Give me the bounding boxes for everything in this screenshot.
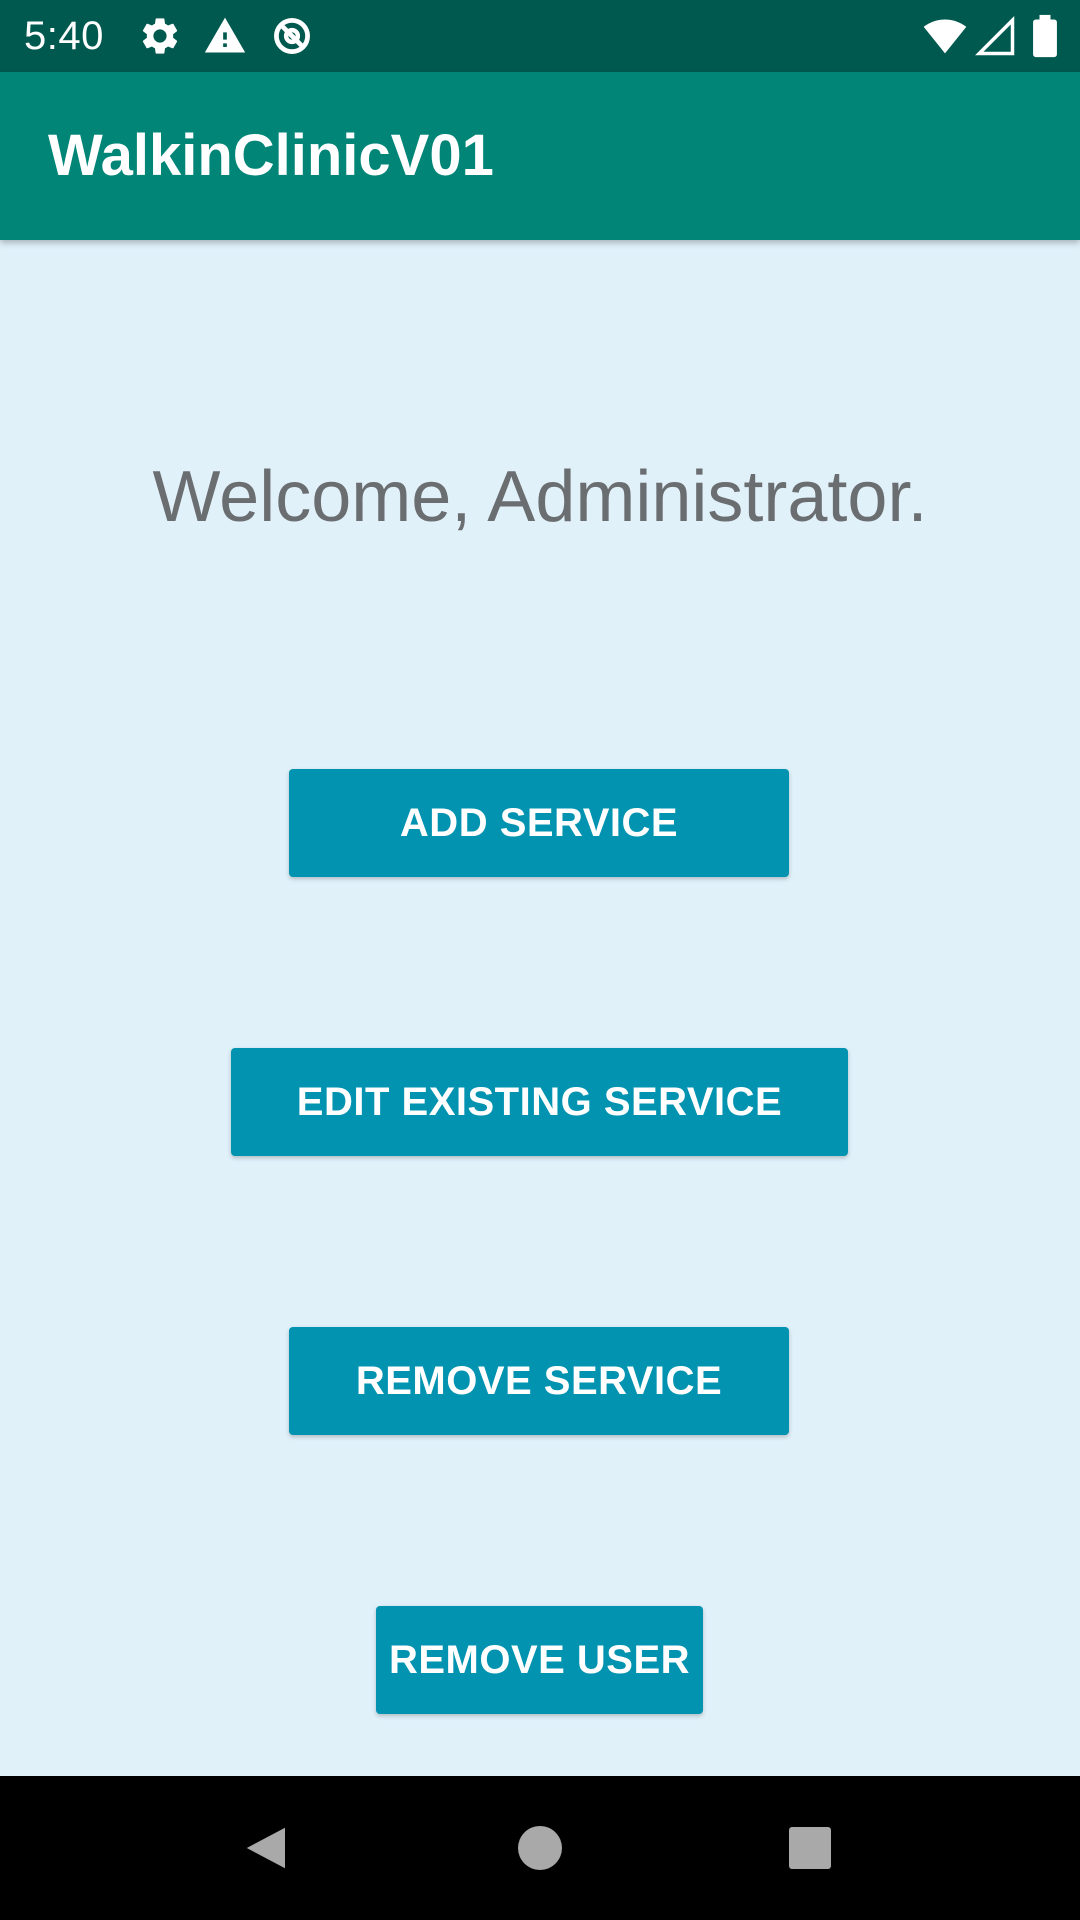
status-bar: 5:40	[0, 0, 1080, 72]
battery-icon	[1033, 14, 1057, 58]
navigation-bar	[0, 1776, 1080, 1920]
app-bar: WalkinClinicV01	[0, 72, 1080, 240]
recents-icon[interactable]	[786, 1821, 834, 1875]
data-saver-icon	[274, 18, 310, 54]
remove-user-button[interactable]: REMOVE USER	[376, 1606, 703, 1714]
home-icon[interactable]	[516, 1821, 564, 1875]
settings-gear-icon	[142, 18, 178, 54]
wifi-icon	[923, 19, 967, 54]
add-service-button[interactable]: ADD SERVICE	[289, 769, 789, 877]
status-time: 5:40	[24, 14, 104, 58]
welcome-text: Welcome, Administrator.	[152, 457, 928, 537]
remove-service-button[interactable]: REMOVE SERVICE	[289, 1327, 789, 1435]
app-title: WalkinClinicV01	[48, 123, 494, 188]
back-icon[interactable]	[240, 1821, 294, 1875]
warning-icon	[204, 17, 246, 53]
signal-icon	[975, 16, 1015, 56]
edit-existing-service-button[interactable]: EDIT EXISTING SERVICE	[231, 1048, 848, 1156]
